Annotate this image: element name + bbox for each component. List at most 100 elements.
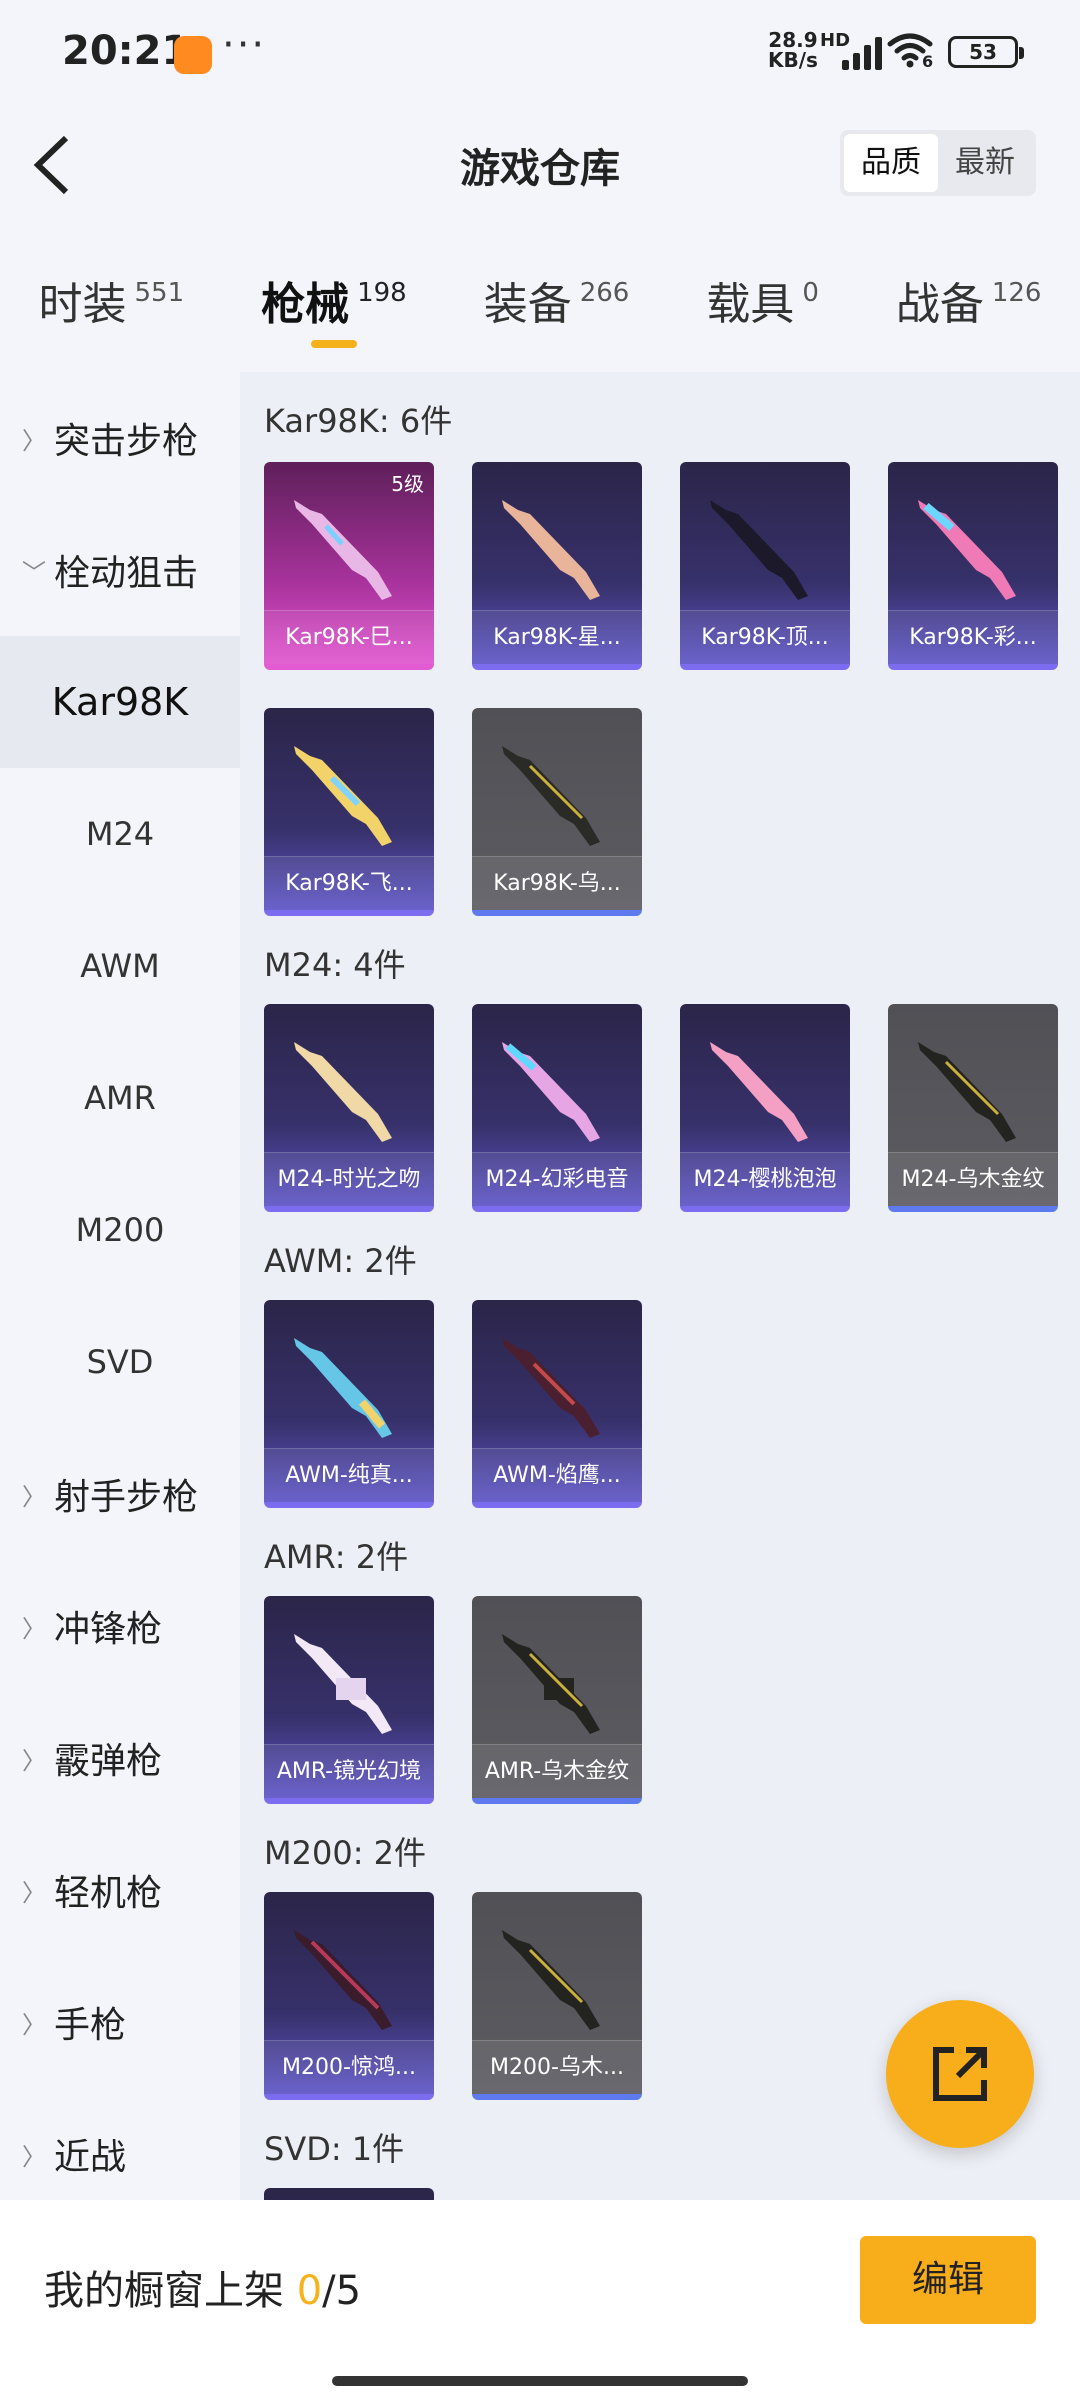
weapon-name: AWM-焰鹰... xyxy=(472,1448,642,1502)
weapon-name: AMR-镜光幻境 xyxy=(264,1744,434,1798)
tab-count: 126 xyxy=(991,278,1042,308)
tab-equipment[interactable]: 装备 266 xyxy=(484,262,630,352)
edit-button[interactable]: 编辑 xyxy=(860,2236,1036,2324)
sidebar-item-bolt-sniper[interactable]: ﹀ 栓动狙击 xyxy=(0,504,240,636)
tab-supplies[interactable]: 战备 126 xyxy=(896,262,1042,352)
rifle-icon xyxy=(294,1042,392,1142)
tab-label: 装备 xyxy=(483,279,572,330)
home-indicator xyxy=(332,2376,748,2386)
battery-icon: 53 xyxy=(948,36,1024,68)
app-notification-icon xyxy=(174,36,212,74)
rifle-icon xyxy=(710,500,808,600)
weapon-grid: Kar98K: 6件 5级 Kar98K-巳... Kar98K-星... Ka… xyxy=(240,372,1080,2200)
rifle-icon xyxy=(294,1930,392,2030)
chevron-down-icon: ﹀ xyxy=(22,558,46,587)
sidebar-item-label: Kar98K xyxy=(51,680,189,724)
share-button[interactable] xyxy=(886,2000,1034,2148)
weapon-name: AWM-纯真... xyxy=(264,1448,434,1502)
active-tab-indicator xyxy=(310,340,357,348)
sidebar-item-kar98k[interactable]: Kar98K xyxy=(0,636,240,768)
chevron-right-icon: 〉 xyxy=(22,426,46,455)
status-bar: 20:21 ··· 28.9 KB/s HD 6 53 xyxy=(0,0,1080,110)
sidebar-item-m200[interactable]: M200 xyxy=(0,1164,240,1296)
speed-unit: KB/s xyxy=(768,48,818,72)
weapon-card[interactable]: AWM-纯真... xyxy=(264,1300,434,1508)
tab-label: 时装 xyxy=(38,279,127,330)
rifle-icon xyxy=(710,1042,808,1142)
chevron-right-icon: 〉 xyxy=(22,1482,46,1511)
weapon-card[interactable] xyxy=(264,2188,434,2200)
weapon-name: M24-时光之吻 xyxy=(264,1152,434,1206)
chevron-right-icon: 〉 xyxy=(22,2142,46,2171)
sort-quality-button[interactable]: 品质 xyxy=(844,134,938,192)
chevron-right-icon: 〉 xyxy=(22,2010,46,2039)
sidebar-item-label: 手枪 xyxy=(54,2005,127,2046)
tab-firearms[interactable]: 枪械 198 xyxy=(261,262,407,352)
wifi-label: 6 xyxy=(922,52,934,71)
sidebar-item-label: 轻机枪 xyxy=(54,1873,163,1914)
more-notifications-icon: ··· xyxy=(222,22,267,68)
weapon-card[interactable]: M24-乌木金纹 xyxy=(888,1004,1058,1212)
weapon-card[interactable]: Kar98K-星... xyxy=(472,462,642,670)
showcase-count-current: 0 xyxy=(296,2268,323,2314)
showcase-count-total: /5 xyxy=(322,2268,362,2314)
weapon-name: M200-惊鸿... xyxy=(264,2040,434,2094)
weapon-card[interactable]: Kar98K-乌... xyxy=(472,708,642,916)
tab-label: 载具 xyxy=(706,279,795,330)
sidebar-item-label: M24 xyxy=(85,815,155,853)
weapon-card[interactable]: AMR-镜光幻境 xyxy=(264,1596,434,1804)
tab-vehicles[interactable]: 载具 0 xyxy=(706,262,819,352)
sidebar-item-awm[interactable]: AWM xyxy=(0,900,240,1032)
sidebar-item-assault-rifle[interactable]: 〉 突击步枪 xyxy=(0,372,240,504)
sidebar-item-smg[interactable]: 〉 冲锋枪 xyxy=(0,1560,240,1692)
weapon-card[interactable]: M24-幻彩电音 xyxy=(472,1004,642,1212)
chevron-right-icon: 〉 xyxy=(22,1878,46,1907)
sidebar-item-svd[interactable]: SVD xyxy=(0,1296,240,1428)
sidebar-item-label: 霰弹枪 xyxy=(54,1741,163,1782)
weapon-name: Kar98K-乌... xyxy=(472,856,642,910)
tab-fashion[interactable]: 时装 551 xyxy=(38,262,184,352)
weapon-card[interactable]: M24-樱桃泡泡 xyxy=(680,1004,850,1212)
weapon-name: Kar98K-巳... xyxy=(264,610,434,664)
weapon-name: AMR-乌木金纹 xyxy=(472,1744,642,1798)
rifle-icon xyxy=(502,1042,600,1142)
sidebar-item-m24[interactable]: M24 xyxy=(0,768,240,900)
weapon-name: M200-乌木... xyxy=(472,2040,642,2094)
cell-signal-icon xyxy=(842,36,886,70)
weapon-card[interactable]: M24-时光之吻 xyxy=(264,1004,434,1212)
weapon-card[interactable]: Kar98K-顶... xyxy=(680,462,850,670)
showcase-bar: 我的橱窗上架 0/5 编辑 xyxy=(0,2200,1080,2400)
weapon-name: Kar98K-顶... xyxy=(680,610,850,664)
weapon-card[interactable]: M200-惊鸿... xyxy=(264,1892,434,2100)
sidebar-item-shotgun[interactable]: 〉 霰弹枪 xyxy=(0,1692,240,1824)
weapon-card[interactable]: M200-乌木... xyxy=(472,1892,642,2100)
sidebar-item-pistol[interactable]: 〉 手枪 xyxy=(0,1956,240,2088)
rifle-icon xyxy=(918,500,1016,600)
weapon-card[interactable]: Kar98K-飞... xyxy=(264,708,434,916)
section-title-m200: M200: 2件 xyxy=(264,1834,427,1872)
rifle-icon xyxy=(918,1042,1016,1142)
weapon-name: Kar98K-飞... xyxy=(264,856,434,910)
sort-toggle: 品质 最新 xyxy=(840,130,1036,196)
section-title-awm: AWM: 2件 xyxy=(264,1242,417,1280)
tab-count: 266 xyxy=(579,278,630,308)
sidebar-item-label: 射手步枪 xyxy=(54,1477,199,1518)
weapon-name: M24-乌木金纹 xyxy=(888,1152,1058,1206)
tab-count: 198 xyxy=(357,278,407,308)
sidebar-item-amr[interactable]: AMR xyxy=(0,1032,240,1164)
weapon-card[interactable]: 5级 Kar98K-巳... xyxy=(264,462,434,670)
weapon-name: Kar98K-彩... xyxy=(888,610,1058,664)
rifle-icon xyxy=(294,746,392,846)
sidebar-item-label: M200 xyxy=(75,1211,165,1249)
sidebar-item-label: AWM xyxy=(80,947,160,985)
share-icon xyxy=(933,2047,987,2101)
tab-count: 551 xyxy=(134,278,185,308)
rifle-icon xyxy=(502,1634,600,1734)
weapon-card[interactable]: AWM-焰鹰... xyxy=(472,1300,642,1508)
sidebar-item-lmg[interactable]: 〉 轻机枪 xyxy=(0,1824,240,1956)
chevron-right-icon: 〉 xyxy=(22,1746,46,1775)
sidebar-item-marksman-rifle[interactable]: 〉 射手步枪 xyxy=(0,1428,240,1560)
sort-newest-button[interactable]: 最新 xyxy=(938,134,1032,192)
weapon-card[interactable]: Kar98K-彩... xyxy=(888,462,1058,670)
weapon-card[interactable]: AMR-乌木金纹 xyxy=(472,1596,642,1804)
